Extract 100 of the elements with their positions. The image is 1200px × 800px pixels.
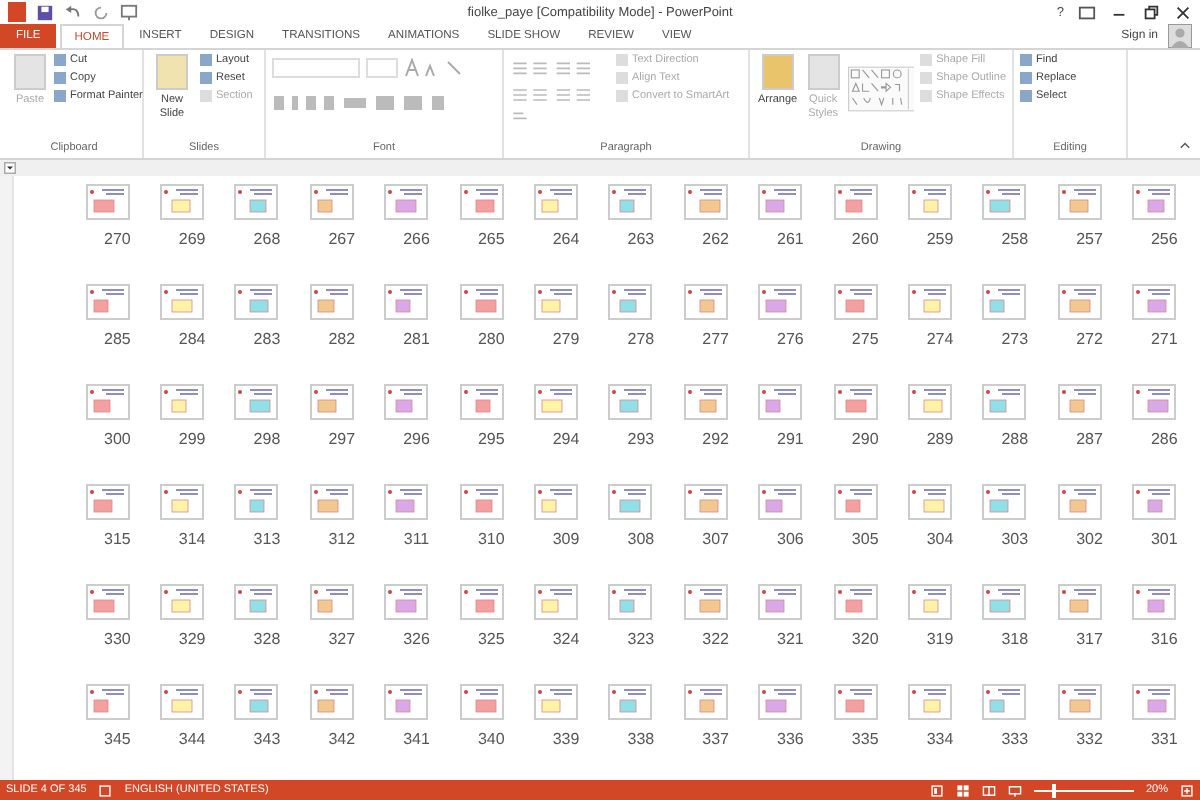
collapse-ribbon-icon[interactable] bbox=[1178, 138, 1192, 152]
slide-thumbnail[interactable] bbox=[459, 184, 504, 220]
slide-thumbnail[interactable] bbox=[534, 684, 579, 720]
slide-thumbnail[interactable] bbox=[534, 284, 579, 320]
slide-thumbnail[interactable] bbox=[608, 284, 653, 320]
slide-thumbnail[interactable] bbox=[982, 284, 1027, 320]
slide-thumbnail[interactable] bbox=[982, 684, 1027, 720]
slide-thumbnail[interactable] bbox=[160, 184, 205, 220]
slide-thumbnail[interactable] bbox=[309, 184, 354, 220]
slide-thumbnail[interactable] bbox=[459, 684, 504, 720]
slide-thumbnail[interactable] bbox=[758, 584, 803, 620]
slide-thumbnail[interactable] bbox=[384, 184, 429, 220]
slide-thumbnail[interactable] bbox=[758, 384, 803, 420]
slide-thumbnail[interactable] bbox=[534, 584, 579, 620]
slide-thumbnail[interactable] bbox=[907, 384, 952, 420]
slide-thumbnail[interactable] bbox=[85, 284, 130, 320]
reading-view-icon[interactable] bbox=[981, 783, 996, 797]
slide-thumbnail[interactable] bbox=[608, 684, 653, 720]
redo-icon[interactable] bbox=[92, 3, 110, 21]
slide-thumbnail[interactable] bbox=[1057, 384, 1102, 420]
slide-thumbnail[interactable] bbox=[907, 684, 952, 720]
slide-thumbnail[interactable] bbox=[982, 584, 1027, 620]
close-icon[interactable] bbox=[1174, 3, 1192, 21]
notes-icon[interactable] bbox=[98, 783, 113, 797]
slide-thumbnail[interactable] bbox=[234, 184, 279, 220]
slide-thumbnail[interactable] bbox=[907, 484, 952, 520]
slide-thumbnail[interactable] bbox=[384, 684, 429, 720]
zoom-slider-thumb[interactable] bbox=[1051, 783, 1056, 797]
slide-thumbnail[interactable] bbox=[833, 584, 878, 620]
slide-thumbnail[interactable] bbox=[982, 384, 1027, 420]
slide-thumbnail[interactable] bbox=[907, 284, 952, 320]
slide-thumbnail[interactable] bbox=[309, 684, 354, 720]
slide-thumbnail[interactable] bbox=[234, 584, 279, 620]
slide-thumbnail[interactable] bbox=[160, 584, 205, 620]
slide-thumbnail[interactable] bbox=[608, 584, 653, 620]
slide-thumbnail[interactable] bbox=[85, 484, 130, 520]
ribbon-display-icon[interactable] bbox=[1078, 3, 1096, 21]
fit-to-window-icon[interactable] bbox=[1180, 783, 1194, 797]
slide-thumbnail[interactable] bbox=[683, 284, 728, 320]
slide-thumbnail[interactable] bbox=[1057, 484, 1102, 520]
slide-thumbnail[interactable] bbox=[309, 284, 354, 320]
slide-thumbnail[interactable] bbox=[384, 584, 429, 620]
slide-thumbnail[interactable] bbox=[85, 184, 130, 220]
presentation-icon[interactable] bbox=[120, 3, 138, 21]
slide-thumbnail[interactable] bbox=[683, 484, 728, 520]
slide-thumbnail[interactable] bbox=[1132, 284, 1177, 320]
slide-thumbnail[interactable] bbox=[758, 684, 803, 720]
normal-view-icon[interactable] bbox=[929, 783, 944, 797]
slide-thumbnail[interactable] bbox=[85, 384, 130, 420]
zoom-slider[interactable] bbox=[1033, 783, 1134, 797]
slide-thumbnail[interactable] bbox=[907, 184, 952, 220]
slide-thumbnail[interactable] bbox=[384, 484, 429, 520]
slide-thumbnail[interactable] bbox=[534, 184, 579, 220]
slide-thumbnail[interactable] bbox=[1057, 284, 1102, 320]
font-name-field[interactable] bbox=[272, 58, 360, 78]
slide-thumbnail[interactable] bbox=[758, 184, 803, 220]
slide-thumbnail[interactable] bbox=[234, 284, 279, 320]
slide-thumbnail[interactable] bbox=[833, 184, 878, 220]
slide-thumbnail[interactable] bbox=[1132, 184, 1177, 220]
slide-sorter-icon[interactable] bbox=[955, 783, 970, 797]
undo-icon[interactable] bbox=[64, 3, 82, 21]
slide-thumbnail[interactable] bbox=[309, 584, 354, 620]
slide-thumbnail[interactable] bbox=[309, 484, 354, 520]
slide-thumbnail[interactable] bbox=[160, 384, 205, 420]
slide-thumbnail[interactable] bbox=[683, 684, 728, 720]
slide-thumbnail[interactable] bbox=[85, 584, 130, 620]
slide-thumbnail[interactable] bbox=[459, 384, 504, 420]
slide-thumbnail[interactable] bbox=[683, 184, 728, 220]
slide-thumbnail[interactable] bbox=[1057, 184, 1102, 220]
restore-icon[interactable] bbox=[1142, 3, 1160, 21]
slide-thumbnail[interactable] bbox=[1057, 584, 1102, 620]
slide-thumbnail[interactable] bbox=[234, 484, 279, 520]
slide-thumbnail[interactable] bbox=[459, 584, 504, 620]
slide-thumbnail[interactable] bbox=[459, 284, 504, 320]
slide-thumbnail[interactable] bbox=[758, 284, 803, 320]
slide-thumbnail[interactable] bbox=[833, 384, 878, 420]
slide-thumbnail[interactable] bbox=[234, 684, 279, 720]
slide-thumbnail[interactable] bbox=[833, 284, 878, 320]
slide-thumbnail[interactable] bbox=[1057, 684, 1102, 720]
slide-thumbnail[interactable] bbox=[160, 684, 205, 720]
slide-thumbnail[interactable] bbox=[608, 384, 653, 420]
slide-thumbnail[interactable] bbox=[384, 384, 429, 420]
slide-thumbnail[interactable] bbox=[982, 184, 1027, 220]
slide-thumbnail[interactable] bbox=[459, 484, 504, 520]
slide-thumbnail[interactable] bbox=[833, 684, 878, 720]
slide-thumbnail[interactable] bbox=[160, 484, 205, 520]
save-icon[interactable] bbox=[36, 3, 54, 21]
slideshow-icon[interactable] bbox=[1007, 783, 1022, 797]
slide-thumbnail[interactable] bbox=[1132, 384, 1177, 420]
slide-thumbnail[interactable] bbox=[683, 384, 728, 420]
slide-thumbnail[interactable] bbox=[608, 484, 653, 520]
slide-thumbnail[interactable] bbox=[534, 484, 579, 520]
slide-thumbnail[interactable] bbox=[608, 184, 653, 220]
slide-thumbnail[interactable] bbox=[534, 384, 579, 420]
slide-thumbnail[interactable] bbox=[1132, 484, 1177, 520]
slide-thumbnail[interactable] bbox=[833, 484, 878, 520]
slide-thumbnail[interactable] bbox=[907, 584, 952, 620]
slide-thumbnail[interactable] bbox=[85, 684, 130, 720]
slide-thumbnail[interactable] bbox=[758, 484, 803, 520]
slide-thumbnail[interactable] bbox=[1132, 584, 1177, 620]
